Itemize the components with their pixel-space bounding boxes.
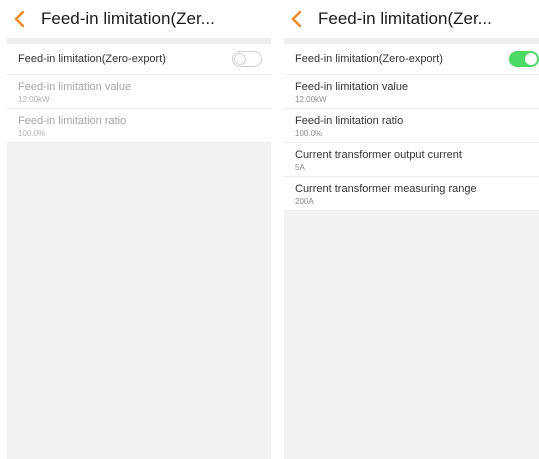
setting-row-limitation-ratio: Feed-in limitation ratio 100.0%	[7, 109, 271, 143]
setting-label: Feed-in limitation ratio	[295, 115, 404, 127]
page-title: Feed-in limitation(Zer...	[41, 9, 215, 28]
chevron-left-icon[interactable]	[289, 9, 305, 29]
setting-row-limitation-value[interactable]: Feed-in limitation value 12.00kW	[284, 75, 539, 109]
setting-row-limitation-value: Feed-in limitation value 12.00kW	[7, 75, 271, 109]
setting-value: 12.00kW	[18, 95, 50, 104]
setting-label: Feed-in limitation ratio	[18, 115, 127, 127]
comparison-stage: Feed-in limitation(Zer... Feed-in limita…	[0, 0, 539, 459]
page-title: Feed-in limitation(Zer...	[318, 9, 492, 28]
toggle-label: Feed-in limitation(Zero-export)	[295, 53, 443, 65]
feed-in-limitation-toggle-row: Feed-in limitation(Zero-export)	[284, 44, 539, 75]
header-bar: Feed-in limitation(Zer...	[284, 0, 539, 38]
chevron-left-icon[interactable]	[12, 9, 28, 29]
right-screen: Feed-in limitation(Zer... Feed-in limita…	[284, 0, 539, 459]
toggle-label: Feed-in limitation(Zero-export)	[18, 53, 166, 65]
setting-label: Current transformer output current	[295, 149, 462, 161]
feed-in-limitation-switch[interactable]	[232, 51, 262, 67]
header-bar: Feed-in limitation(Zer...	[7, 0, 271, 38]
switch-knob	[525, 53, 537, 65]
setting-label: Current transformer measuring range	[295, 183, 477, 195]
setting-value: 100.0%	[295, 129, 323, 138]
feed-in-limitation-toggle-row: Feed-in limitation(Zero-export)	[7, 44, 271, 75]
setting-row-ct-output-current[interactable]: Current transformer output current 5A	[284, 143, 539, 177]
setting-label: Feed-in limitation value	[295, 81, 409, 93]
setting-value: 200A	[295, 197, 314, 206]
setting-value: 100.0%	[18, 129, 46, 138]
left-screen: Feed-in limitation(Zer... Feed-in limita…	[7, 0, 271, 459]
feed-in-limitation-switch[interactable]	[509, 51, 539, 67]
switch-knob	[234, 53, 246, 65]
setting-value: 5A	[295, 163, 305, 172]
setting-label: Feed-in limitation value	[18, 81, 132, 93]
setting-value: 12.00kW	[295, 95, 327, 104]
setting-row-ct-measuring-range[interactable]: Current transformer measuring range 200A	[284, 177, 539, 211]
setting-row-limitation-ratio[interactable]: Feed-in limitation ratio 100.0%	[284, 109, 539, 143]
